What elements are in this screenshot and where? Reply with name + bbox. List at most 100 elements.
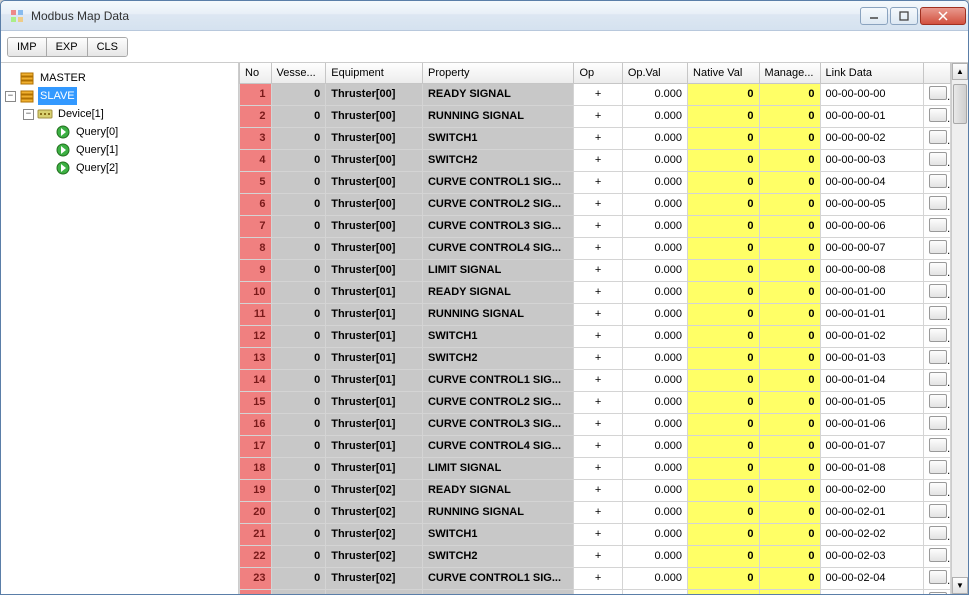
tree-node-query-2[interactable]: Query[2] xyxy=(41,159,234,177)
row-action-button[interactable] xyxy=(929,240,947,254)
row-action-button[interactable] xyxy=(929,504,947,518)
table-row[interactable]: 19 0 Thruster[02] READY SIGNAL + 0.000 0… xyxy=(240,479,951,501)
minimize-button[interactable] xyxy=(860,7,888,25)
cell-equipment: Thruster[01] xyxy=(326,303,423,325)
col-header-manage[interactable]: Manage... xyxy=(759,63,820,83)
table-row[interactable]: 23 0 Thruster[02] CURVE CONTROL1 SIG... … xyxy=(240,567,951,589)
col-header-equipment[interactable]: Equipment xyxy=(326,63,423,83)
row-action-button[interactable] xyxy=(929,284,947,298)
cell-vessel: 0 xyxy=(271,347,326,369)
table-row[interactable]: 11 0 Thruster[01] RUNNING SIGNAL + 0.000… xyxy=(240,303,951,325)
cell-native: 0 xyxy=(688,523,760,545)
row-action-button[interactable] xyxy=(929,372,947,386)
row-action-button[interactable] xyxy=(929,394,947,408)
table-row[interactable]: 16 0 Thruster[01] CURVE CONTROL3 SIG... … xyxy=(240,413,951,435)
row-action-button[interactable] xyxy=(929,174,947,188)
tree-node-device[interactable]: − Device[1] xyxy=(23,105,234,123)
row-action-button[interactable] xyxy=(929,196,947,210)
table-row[interactable]: 14 0 Thruster[01] CURVE CONTROL1 SIG... … xyxy=(240,369,951,391)
cell-opval: 0.000 xyxy=(622,567,687,589)
table-row[interactable]: 10 0 Thruster[01] READY SIGNAL + 0.000 0… xyxy=(240,281,951,303)
scroll-thumb[interactable] xyxy=(953,84,967,124)
tree-node-query-1[interactable]: Query[1] xyxy=(41,141,234,159)
table-row[interactable]: 4 0 Thruster[00] SWITCH2 + 0.000 0 0 00-… xyxy=(240,149,951,171)
close-button[interactable] xyxy=(920,7,966,25)
scroll-down-button[interactable]: ▼ xyxy=(952,577,968,594)
data-grid[interactable]: No Vesse... Equipment Property Op Op.Val… xyxy=(239,63,951,594)
col-header-btn[interactable] xyxy=(923,63,950,83)
table-row[interactable]: 5 0 Thruster[00] CURVE CONTROL1 SIG... +… xyxy=(240,171,951,193)
export-button[interactable]: EXP xyxy=(47,38,88,56)
row-action-button[interactable] xyxy=(929,438,947,452)
col-header-property[interactable]: Property xyxy=(422,63,573,83)
row-action-button[interactable] xyxy=(929,152,947,166)
import-button[interactable]: IMP xyxy=(8,38,47,56)
table-row[interactable]: 2 0 Thruster[00] RUNNING SIGNAL + 0.000 … xyxy=(240,105,951,127)
row-action-button[interactable] xyxy=(929,592,947,595)
table-row[interactable]: 22 0 Thruster[02] SWITCH2 + 0.000 0 0 00… xyxy=(240,545,951,567)
row-action-button[interactable] xyxy=(929,306,947,320)
row-action-button[interactable] xyxy=(929,526,947,540)
table-row[interactable]: 6 0 Thruster[00] CURVE CONTROL2 SIG... +… xyxy=(240,193,951,215)
titlebar[interactable]: Modbus Map Data xyxy=(1,1,968,31)
row-action-button[interactable] xyxy=(929,86,947,100)
cell-manage: 0 xyxy=(759,413,820,435)
cell-op: + xyxy=(574,347,622,369)
table-row[interactable]: 15 0 Thruster[01] CURVE CONTROL2 SIG... … xyxy=(240,391,951,413)
scroll-track[interactable] xyxy=(952,80,968,577)
table-row[interactable]: 12 0 Thruster[01] SWITCH1 + 0.000 0 0 00… xyxy=(240,325,951,347)
cell-opval: 0.000 xyxy=(622,347,687,369)
cell-opval: 0.000 xyxy=(622,325,687,347)
row-action-button[interactable] xyxy=(929,262,947,276)
row-action-button[interactable] xyxy=(929,350,947,364)
maximize-button[interactable] xyxy=(890,7,918,25)
cell-op: + xyxy=(574,589,622,594)
col-header-vessel[interactable]: Vesse... xyxy=(271,63,326,83)
table-row[interactable]: 17 0 Thruster[01] CURVE CONTROL4 SIG... … xyxy=(240,435,951,457)
row-action-button[interactable] xyxy=(929,460,947,474)
cell-manage: 0 xyxy=(759,325,820,347)
row-action-button[interactable] xyxy=(929,482,947,496)
cell-vessel: 0 xyxy=(271,479,326,501)
cell-opval: 0.000 xyxy=(622,193,687,215)
row-action-button[interactable] xyxy=(929,218,947,232)
tree-pane[interactable]: MASTER − SLAVE − Device[ xyxy=(1,63,239,594)
col-header-op[interactable]: Op xyxy=(574,63,622,83)
table-row[interactable]: 3 0 Thruster[00] SWITCH1 + 0.000 0 0 00-… xyxy=(240,127,951,149)
expander-device[interactable]: − xyxy=(23,109,34,120)
row-action-button[interactable] xyxy=(929,570,947,584)
cell-native: 0 xyxy=(688,501,760,523)
table-row[interactable]: 7 0 Thruster[00] CURVE CONTROL3 SIG... +… xyxy=(240,215,951,237)
table-row[interactable]: 20 0 Thruster[02] RUNNING SIGNAL + 0.000… xyxy=(240,501,951,523)
col-header-no[interactable]: No xyxy=(240,63,272,83)
tree-node-master[interactable]: MASTER xyxy=(5,69,234,87)
cell-manage: 0 xyxy=(759,83,820,105)
cell-no: 15 xyxy=(240,391,272,413)
cell-manage: 0 xyxy=(759,171,820,193)
table-row[interactable]: 18 0 Thruster[01] LIMIT SIGNAL + 0.000 0… xyxy=(240,457,951,479)
table-row[interactable]: 9 0 Thruster[00] LIMIT SIGNAL + 0.000 0 … xyxy=(240,259,951,281)
table-row[interactable]: 13 0 Thruster[01] SWITCH2 + 0.000 0 0 00… xyxy=(240,347,951,369)
cell-native: 0 xyxy=(688,83,760,105)
table-row[interactable]: 24 0 Thruster[02] CURVE CONTROL2 SIG... … xyxy=(240,589,951,594)
row-action-button[interactable] xyxy=(929,130,947,144)
row-action-button[interactable] xyxy=(929,416,947,430)
query-icon xyxy=(55,160,71,176)
tree-node-query-0[interactable]: Query[0] xyxy=(41,123,234,141)
expander-slave[interactable]: − xyxy=(5,91,16,102)
cell-no: 11 xyxy=(240,303,272,325)
col-header-link[interactable]: Link Data xyxy=(820,63,923,83)
row-action-button[interactable] xyxy=(929,548,947,562)
clear-button[interactable]: CLS xyxy=(88,38,127,56)
table-row[interactable]: 21 0 Thruster[02] SWITCH1 + 0.000 0 0 00… xyxy=(240,523,951,545)
scroll-up-button[interactable]: ▲ xyxy=(952,63,968,80)
cell-link: 00-00-01-01 xyxy=(820,303,923,325)
table-row[interactable]: 1 0 Thruster[00] READY SIGNAL + 0.000 0 … xyxy=(240,83,951,105)
col-header-native[interactable]: Native Val xyxy=(688,63,760,83)
row-action-button[interactable] xyxy=(929,328,947,342)
table-row[interactable]: 8 0 Thruster[00] CURVE CONTROL4 SIG... +… xyxy=(240,237,951,259)
row-action-button[interactable] xyxy=(929,108,947,122)
vertical-scrollbar[interactable]: ▲ ▼ xyxy=(951,63,968,594)
tree-node-slave[interactable]: − SLAVE xyxy=(5,87,234,105)
col-header-opval[interactable]: Op.Val xyxy=(622,63,687,83)
